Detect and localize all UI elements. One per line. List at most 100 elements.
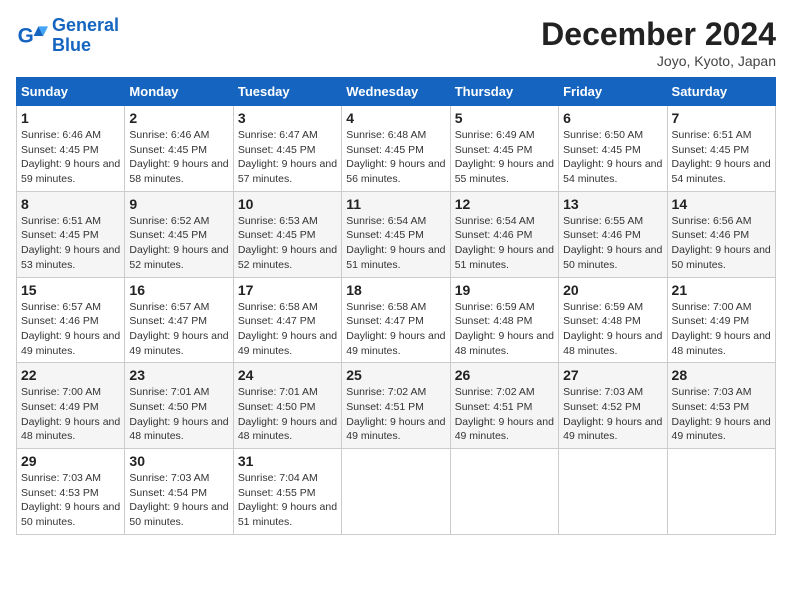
day-number: 6: [563, 110, 662, 126]
calendar-cell: 25 Sunrise: 7:02 AMSunset: 4:51 PMDayligh…: [342, 363, 450, 449]
calendar-cell: 2Sunrise: 6:46 AMSunset: 4:45 PMDaylight…: [125, 106, 233, 192]
day-number: 8: [21, 196, 120, 212]
day-number: 4: [346, 110, 445, 126]
day-info: Sunrise: 6:57 AMSunset: 4:46 PMDaylight:…: [21, 300, 120, 359]
calendar-cell: 5 Sunrise: 6:49 AMSunset: 4:45 PMDaylight…: [450, 106, 558, 192]
calendar-table: SundayMondayTuesdayWednesdayThursdayFrid…: [16, 77, 776, 535]
calendar-cell: 20 Sunrise: 6:59 AMSunset: 4:48 PMDayligh…: [559, 277, 667, 363]
calendar-cell: 26Sunrise: 7:02 AMSunset: 4:51 PMDayligh…: [450, 363, 558, 449]
day-number: 12: [455, 196, 554, 212]
calendar-cell: 12 Sunrise: 6:54 AMSunset: 4:46 PMDayligh…: [450, 191, 558, 277]
day-number: 17: [238, 282, 337, 298]
calendar-cell: 19 Sunrise: 6:59 AMSunset: 4:48 PMDayligh…: [450, 277, 558, 363]
day-number: 20: [563, 282, 662, 298]
calendar-cell: 28 Sunrise: 7:03 AMSunset: 4:53 PMDayligh…: [667, 363, 775, 449]
weekday-header-row: SundayMondayTuesdayWednesdayThursdayFrid…: [17, 78, 776, 106]
calendar-cell: 13Sunrise: 6:55 AMSunset: 4:46 PMDayligh…: [559, 191, 667, 277]
day-number: 2: [129, 110, 228, 126]
calendar-cell: 31 Sunrise: 7:04 AMSunset: 4:55 PMDayligh…: [233, 449, 341, 535]
weekday-header: Thursday: [450, 78, 558, 106]
calendar-cell: 14Sunrise: 6:56 AMSunset: 4:46 PMDayligh…: [667, 191, 775, 277]
calendar-cell: 1 Sunrise: 6:46 AMSunset: 4:45 PMDaylight…: [17, 106, 125, 192]
day-info: Sunrise: 7:02 AMSunset: 4:51 PMDaylight:…: [455, 385, 554, 444]
day-number: 3: [238, 110, 337, 126]
day-number: 10: [238, 196, 337, 212]
day-info: Sunrise: 6:47 AMSunset: 4:45 PMDaylight:…: [238, 128, 337, 187]
page-header: G General Blue December 2024 Joyo, Kyoto…: [16, 16, 776, 69]
calendar-cell: 21 Sunrise: 7:00 AMSunset: 4:49 PMDayligh…: [667, 277, 775, 363]
day-info: Sunrise: 6:51 AMSunset: 4:45 PMDaylight:…: [21, 214, 120, 273]
day-info: Sunrise: 7:00 AMSunset: 4:49 PMDaylight:…: [21, 385, 120, 444]
day-number: 22: [21, 367, 120, 383]
calendar-cell: 8 Sunrise: 6:51 AMSunset: 4:45 PMDaylight…: [17, 191, 125, 277]
day-info: Sunrise: 6:59 AMSunset: 4:48 PMDaylight:…: [563, 300, 662, 359]
day-number: 27: [563, 367, 662, 383]
calendar-cell: 30Sunrise: 7:03 AMSunset: 4:54 PMDayligh…: [125, 449, 233, 535]
day-number: 9: [129, 196, 228, 212]
day-number: 1: [21, 110, 120, 126]
day-number: 19: [455, 282, 554, 298]
day-info: Sunrise: 6:58 AMSunset: 4:47 PMDaylight:…: [238, 300, 337, 359]
calendar-cell: 22 Sunrise: 7:00 AMSunset: 4:49 PMDayligh…: [17, 363, 125, 449]
logo-icon: G: [16, 20, 48, 52]
weekday-header: Wednesday: [342, 78, 450, 106]
calendar-cell: 23 Sunrise: 7:01 AMSunset: 4:50 PMDayligh…: [125, 363, 233, 449]
day-info: Sunrise: 7:03 AMSunset: 4:52 PMDaylight:…: [563, 385, 662, 444]
day-number: 31: [238, 453, 337, 469]
calendar-cell: 16 Sunrise: 6:57 AMSunset: 4:47 PMDayligh…: [125, 277, 233, 363]
weekday-header: Saturday: [667, 78, 775, 106]
calendar-cell: 6Sunrise: 6:50 AMSunset: 4:45 PMDaylight…: [559, 106, 667, 192]
calendar-row: 29 Sunrise: 7:03 AMSunset: 4:53 PMDayligh…: [17, 449, 776, 535]
day-info: Sunrise: 6:54 AMSunset: 4:46 PMDaylight:…: [455, 214, 554, 273]
day-number: 14: [672, 196, 771, 212]
calendar-row: 1 Sunrise: 6:46 AMSunset: 4:45 PMDaylight…: [17, 106, 776, 192]
day-info: Sunrise: 6:52 AMSunset: 4:45 PMDaylight:…: [129, 214, 228, 273]
day-number: 24: [238, 367, 337, 383]
logo: G General Blue: [16, 16, 119, 56]
calendar-row: 8 Sunrise: 6:51 AMSunset: 4:45 PMDaylight…: [17, 191, 776, 277]
calendar-cell: 24 Sunrise: 7:01 AMSunset: 4:50 PMDayligh…: [233, 363, 341, 449]
day-info: Sunrise: 7:03 AMSunset: 4:53 PMDaylight:…: [672, 385, 771, 444]
svg-text:G: G: [18, 24, 34, 47]
day-number: 25: [346, 367, 445, 383]
weekday-header: Sunday: [17, 78, 125, 106]
day-number: 5: [455, 110, 554, 126]
weekday-header: Friday: [559, 78, 667, 106]
day-number: 13: [563, 196, 662, 212]
day-number: 23: [129, 367, 228, 383]
calendar-row: 15Sunrise: 6:57 AMSunset: 4:46 PMDayligh…: [17, 277, 776, 363]
day-info: Sunrise: 7:01 AMSunset: 4:50 PMDaylight:…: [129, 385, 228, 444]
day-number: 28: [672, 367, 771, 383]
calendar-cell: 29 Sunrise: 7:03 AMSunset: 4:53 PMDayligh…: [17, 449, 125, 535]
calendar-cell: 17 Sunrise: 6:58 AMSunset: 4:47 PMDayligh…: [233, 277, 341, 363]
logo-text: General Blue: [52, 16, 119, 56]
day-info: Sunrise: 6:49 AMSunset: 4:45 PMDaylight:…: [455, 128, 554, 187]
calendar-cell: 18Sunrise: 6:58 AMSunset: 4:47 PMDayligh…: [342, 277, 450, 363]
location: Joyo, Kyoto, Japan: [541, 53, 776, 69]
day-info: Sunrise: 7:00 AMSunset: 4:49 PMDaylight:…: [672, 300, 771, 359]
calendar-cell: 4 Sunrise: 6:48 AMSunset: 4:45 PMDaylight…: [342, 106, 450, 192]
day-number: 29: [21, 453, 120, 469]
calendar-cell: 15Sunrise: 6:57 AMSunset: 4:46 PMDayligh…: [17, 277, 125, 363]
day-info: Sunrise: 7:03 AMSunset: 4:53 PMDaylight:…: [21, 471, 120, 530]
day-info: Sunrise: 7:04 AMSunset: 4:55 PMDaylight:…: [238, 471, 337, 530]
day-info: Sunrise: 6:46 AMSunset: 4:45 PMDaylight:…: [21, 128, 120, 187]
day-number: 18: [346, 282, 445, 298]
day-info: Sunrise: 6:51 AMSunset: 4:45 PMDaylight:…: [672, 128, 771, 187]
day-info: Sunrise: 6:57 AMSunset: 4:47 PMDaylight:…: [129, 300, 228, 359]
weekday-header: Monday: [125, 78, 233, 106]
calendar-cell: 10 Sunrise: 6:53 AMSunset: 4:45 PMDayligh…: [233, 191, 341, 277]
day-info: Sunrise: 7:01 AMSunset: 4:50 PMDaylight:…: [238, 385, 337, 444]
day-info: Sunrise: 6:48 AMSunset: 4:45 PMDaylight:…: [346, 128, 445, 187]
calendar-cell: 7Sunrise: 6:51 AMSunset: 4:45 PMDaylight…: [667, 106, 775, 192]
calendar-cell: 3 Sunrise: 6:47 AMSunset: 4:45 PMDaylight…: [233, 106, 341, 192]
logo-line2: Blue: [52, 35, 91, 55]
day-info: Sunrise: 6:59 AMSunset: 4:48 PMDaylight:…: [455, 300, 554, 359]
day-number: 30: [129, 453, 228, 469]
calendar-cell: 27 Sunrise: 7:03 AMSunset: 4:52 PMDayligh…: [559, 363, 667, 449]
day-number: 21: [672, 282, 771, 298]
day-info: Sunrise: 7:02 AMSunset: 4:51 PMDaylight:…: [346, 385, 445, 444]
day-number: 16: [129, 282, 228, 298]
day-number: 11: [346, 196, 445, 212]
day-info: Sunrise: 6:53 AMSunset: 4:45 PMDaylight:…: [238, 214, 337, 273]
